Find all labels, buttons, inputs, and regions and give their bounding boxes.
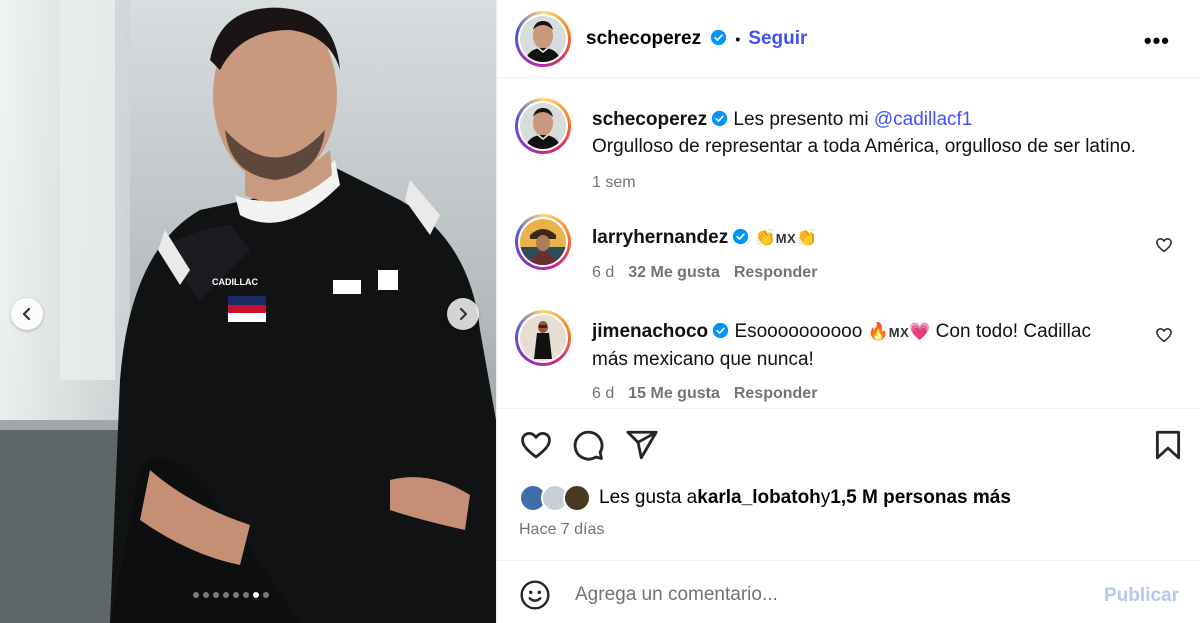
- comment-username[interactable]: larryhernandez: [592, 227, 728, 248]
- carousel-dot: [193, 592, 199, 598]
- svg-text:CADILLAC: CADILLAC: [212, 277, 258, 287]
- chevron-right-icon: [459, 307, 468, 321]
- comment-text: Con todo! Cadillac: [930, 321, 1091, 342]
- reply-button[interactable]: Responder: [734, 385, 818, 403]
- verified-icon: [713, 322, 729, 339]
- comment-item: larryhernandez 👏MX👏 6 d 32 Me gusta Resp…: [515, 214, 1183, 282]
- likes-middle: y: [820, 487, 831, 508]
- mexico-flag-emoji: MX: [888, 325, 910, 340]
- carousel-dot: [223, 592, 229, 598]
- comment-time[interactable]: 6 d: [592, 385, 614, 403]
- post-panel: schecoperez • Seguir ••• schecoperez Les…: [496, 0, 1200, 623]
- likes-summary: Les gusta a karla_lobatoh y 1,5 M person…: [519, 484, 1011, 512]
- clap-emoji: 👏: [796, 228, 818, 248]
- mexico-flag-emoji: MX: [775, 231, 797, 246]
- verified-icon: [711, 110, 728, 127]
- clap-emoji: 👏: [754, 228, 776, 248]
- share-icon[interactable]: [625, 428, 659, 462]
- chevron-left-icon: [22, 307, 31, 321]
- caption-avatar[interactable]: [515, 98, 571, 154]
- carousel-dot: [203, 592, 209, 598]
- post-photo: CADILLAC: [0, 0, 496, 623]
- heart-emoji: 💗: [909, 322, 931, 342]
- comment-like-icon[interactable]: [1155, 326, 1173, 344]
- verified-icon: [733, 228, 749, 245]
- comment-text: Esoooooooooo: [734, 321, 868, 342]
- more-options-button[interactable]: •••: [1144, 28, 1170, 54]
- carousel-dot: [213, 592, 219, 598]
- reply-button[interactable]: Responder: [734, 264, 818, 282]
- caption-username[interactable]: schecoperez: [592, 109, 707, 130]
- likes-count[interactable]: 1,5 M personas más: [830, 487, 1011, 509]
- bookmark-icon[interactable]: [1151, 428, 1185, 462]
- likes-prefix: Les gusta a: [599, 487, 698, 508]
- post-timestamp[interactable]: Hace 7 días: [519, 521, 604, 539]
- comment-avatar[interactable]: [515, 310, 571, 366]
- comment-item: jimenachoco Esoooooooooo 🔥MX💗 Con todo! …: [515, 310, 1183, 403]
- post-header: schecoperez • Seguir •••: [497, 0, 1200, 78]
- caption-text: Les presento mi: [733, 109, 874, 130]
- carousel-prev-button[interactable]: [11, 298, 43, 330]
- comment-time[interactable]: 6 d: [592, 264, 614, 282]
- carousel-dot: [263, 592, 269, 598]
- carousel-dot: [253, 592, 259, 598]
- comment-likes[interactable]: 15 Me gusta: [628, 385, 720, 403]
- heart-icon[interactable]: [519, 428, 553, 462]
- liker-username[interactable]: karla_lobatoh: [697, 487, 821, 509]
- comment-likes[interactable]: 32 Me gusta: [628, 264, 720, 282]
- comment-text-line2: más mexicano que nunca!: [592, 349, 814, 370]
- smiley-icon[interactable]: [519, 579, 551, 611]
- carousel-dot: [233, 592, 239, 598]
- caption: schecoperez Les presento mi @cadillacf1 …: [515, 98, 1183, 192]
- mention-link[interactable]: @cadillacf1: [874, 109, 973, 130]
- comment-username[interactable]: jimenachoco: [592, 321, 708, 342]
- separator-dot: •: [735, 30, 741, 47]
- post-media[interactable]: CADILLAC: [0, 0, 496, 623]
- comment-avatar[interactable]: [515, 214, 571, 270]
- add-comment-bar: Publicar: [497, 560, 1200, 623]
- caption-text-line2: Orgulloso de representar a toda América,…: [592, 136, 1136, 157]
- carousel-dot: [243, 592, 249, 598]
- author-username[interactable]: schecoperez: [586, 28, 727, 50]
- post-actions: [519, 428, 1187, 464]
- carousel-indicator: [193, 592, 269, 598]
- verified-icon: [711, 29, 727, 45]
- author-avatar[interactable]: [515, 10, 571, 67]
- carousel-next-button[interactable]: [447, 298, 479, 330]
- comment-icon[interactable]: [571, 428, 605, 462]
- caption-time[interactable]: 1 sem: [592, 174, 636, 192]
- publish-button[interactable]: Publicar: [1104, 585, 1179, 607]
- fire-emoji: 🔥: [867, 322, 889, 342]
- comment-like-icon[interactable]: [1155, 236, 1173, 254]
- comments-list[interactable]: schecoperez Les presento mi @cadillacf1 …: [497, 78, 1200, 409]
- comment-input[interactable]: [575, 579, 1075, 611]
- likers-avatars[interactable]: [519, 484, 591, 512]
- follow-button[interactable]: Seguir: [748, 28, 807, 50]
